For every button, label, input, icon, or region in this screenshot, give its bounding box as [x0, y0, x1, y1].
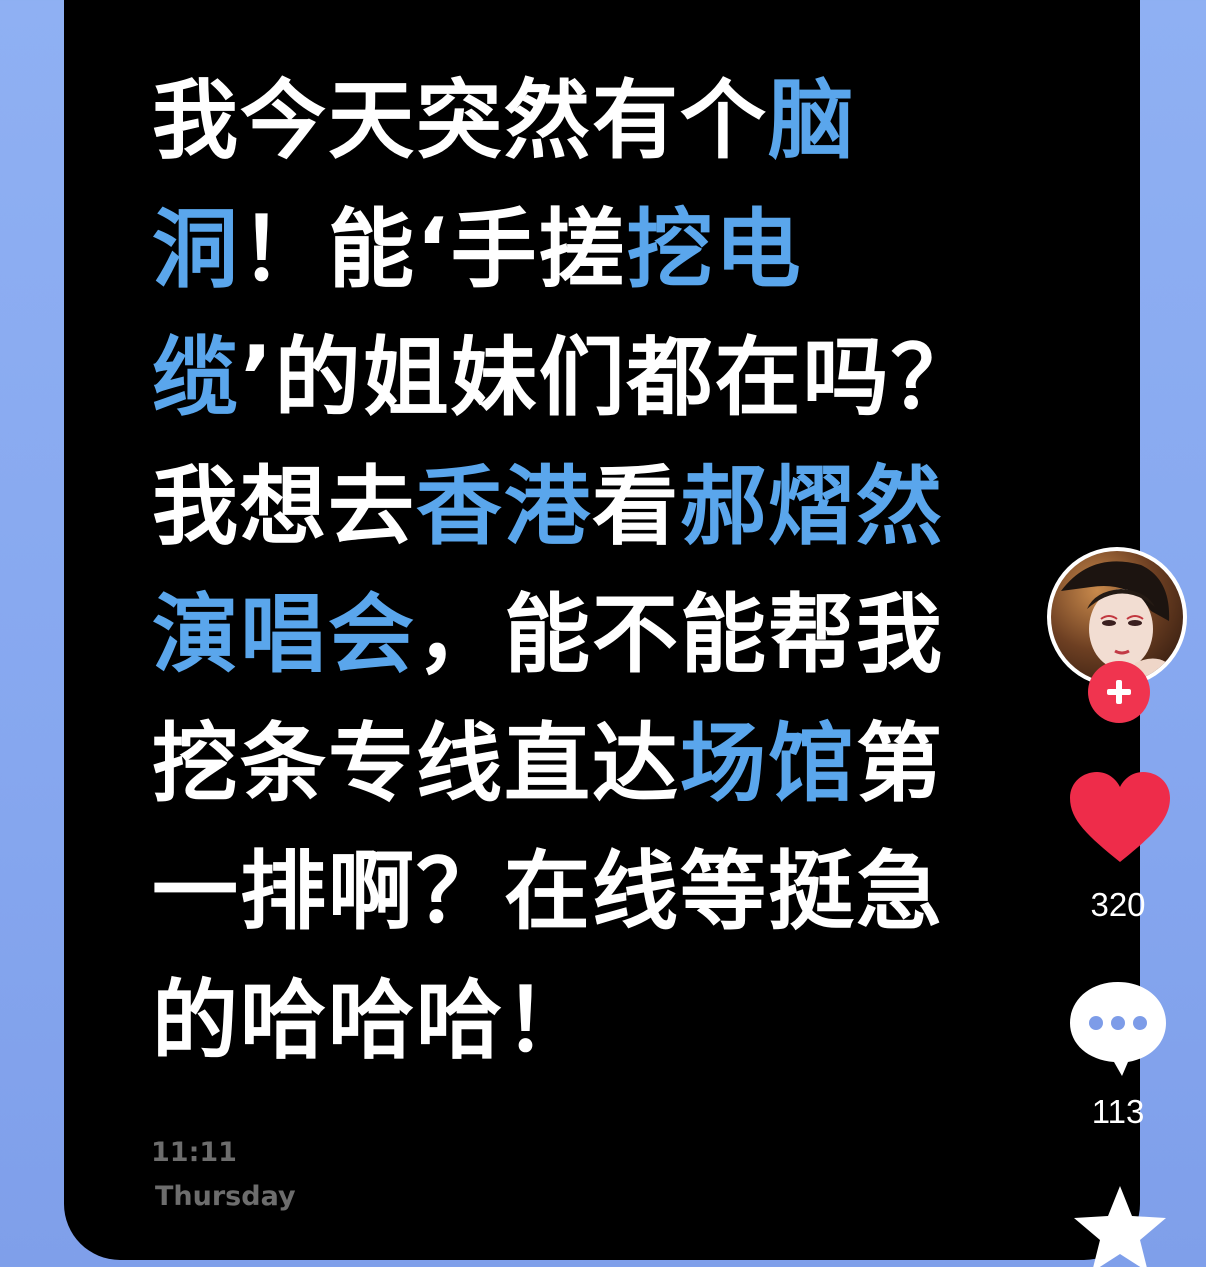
note-highlight: 场馆 — [680, 713, 856, 814]
favorite-button[interactable] — [1070, 1182, 1170, 1267]
star-icon — [1074, 1186, 1166, 1267]
comment-count: 113 — [1091, 1093, 1145, 1130]
note-segment: ！能‘手搓 — [240, 199, 627, 300]
comment-button[interactable] — [1066, 978, 1170, 1078]
note-segment: 我今天突然有个 — [152, 71, 768, 171]
note-text: 我今天突然有个脑洞！能‘手搓挖电缆’的姐妹们都在吗？我想去香港看郝熠然演唱会，能… — [152, 57, 982, 1085]
like-count: 320 — [1090, 886, 1146, 923]
speech-bubble-icon — [1070, 982, 1166, 1076]
heart-icon — [1070, 772, 1170, 862]
note-segment: 看 — [592, 456, 680, 557]
plus-icon — [1107, 680, 1131, 704]
note-highlight: 香港 — [416, 456, 592, 557]
like-button[interactable] — [1068, 770, 1172, 866]
note-time: 11:11 — [151, 1137, 237, 1168]
note-day: Thursday — [155, 1181, 296, 1212]
follow-button[interactable] — [1088, 661, 1150, 723]
